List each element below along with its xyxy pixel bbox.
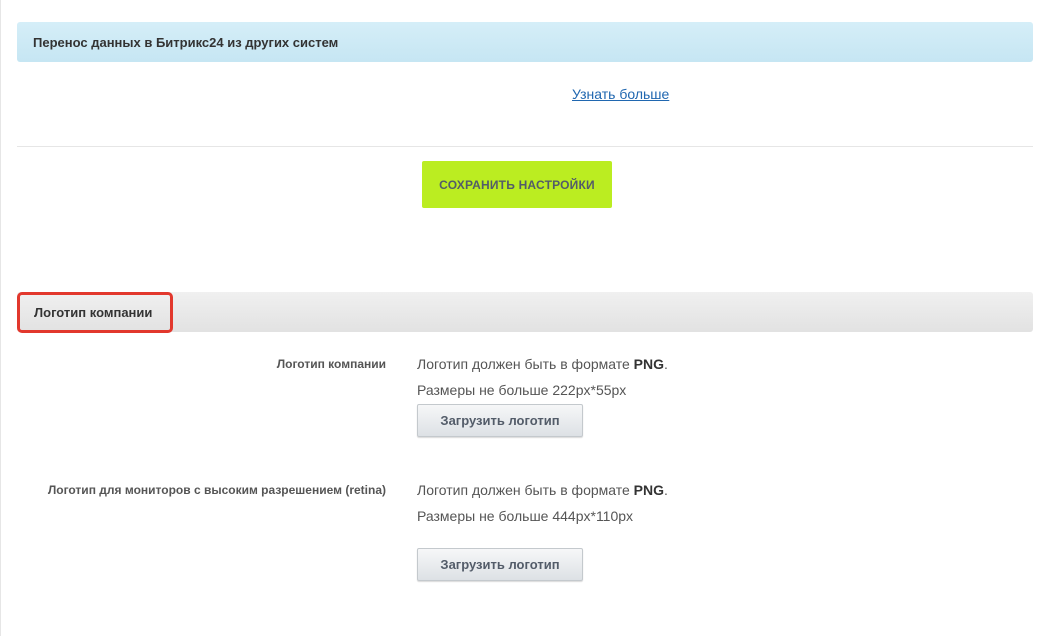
migration-section-title: Перенос данных в Битрикс24 из других сис… <box>33 34 339 50</box>
company-logo-size-text: Размеры не больше 222px*55px <box>417 382 627 398</box>
company-logo-label: Логотип компании <box>276 357 386 371</box>
retina-logo-label: Логотип для мониторов с высоким разрешен… <box>47 483 386 497</box>
retina-logo-format-text: Логотип должен быть в формате PNG. <box>417 482 668 498</box>
logo-section-title-highlight: Логотип компании <box>17 292 173 333</box>
upload-company-logo-button[interactable]: Загрузить логотип <box>417 404 583 437</box>
company-logo-format-text: Логотип должен быть в формате PNG. <box>417 356 668 372</box>
settings-page: Перенос данных в Битрикс24 из других сис… <box>0 0 1044 636</box>
migration-section-header: Перенос данных в Битрикс24 из других сис… <box>17 22 1033 62</box>
save-settings-button[interactable]: СОХРАНИТЬ НАСТРОЙКИ <box>422 161 612 208</box>
retina-logo-format-value: PNG <box>633 482 665 498</box>
logo-section-title: Логотип компании <box>34 305 153 320</box>
learn-more-link[interactable]: Узнать больше <box>572 86 669 102</box>
section-divider <box>17 146 1033 147</box>
upload-retina-logo-button[interactable]: Загрузить логотип <box>417 548 583 581</box>
retina-logo-size-text: Размеры не больше 444px*110px <box>417 508 634 524</box>
company-logo-format-value: PNG <box>633 356 665 372</box>
